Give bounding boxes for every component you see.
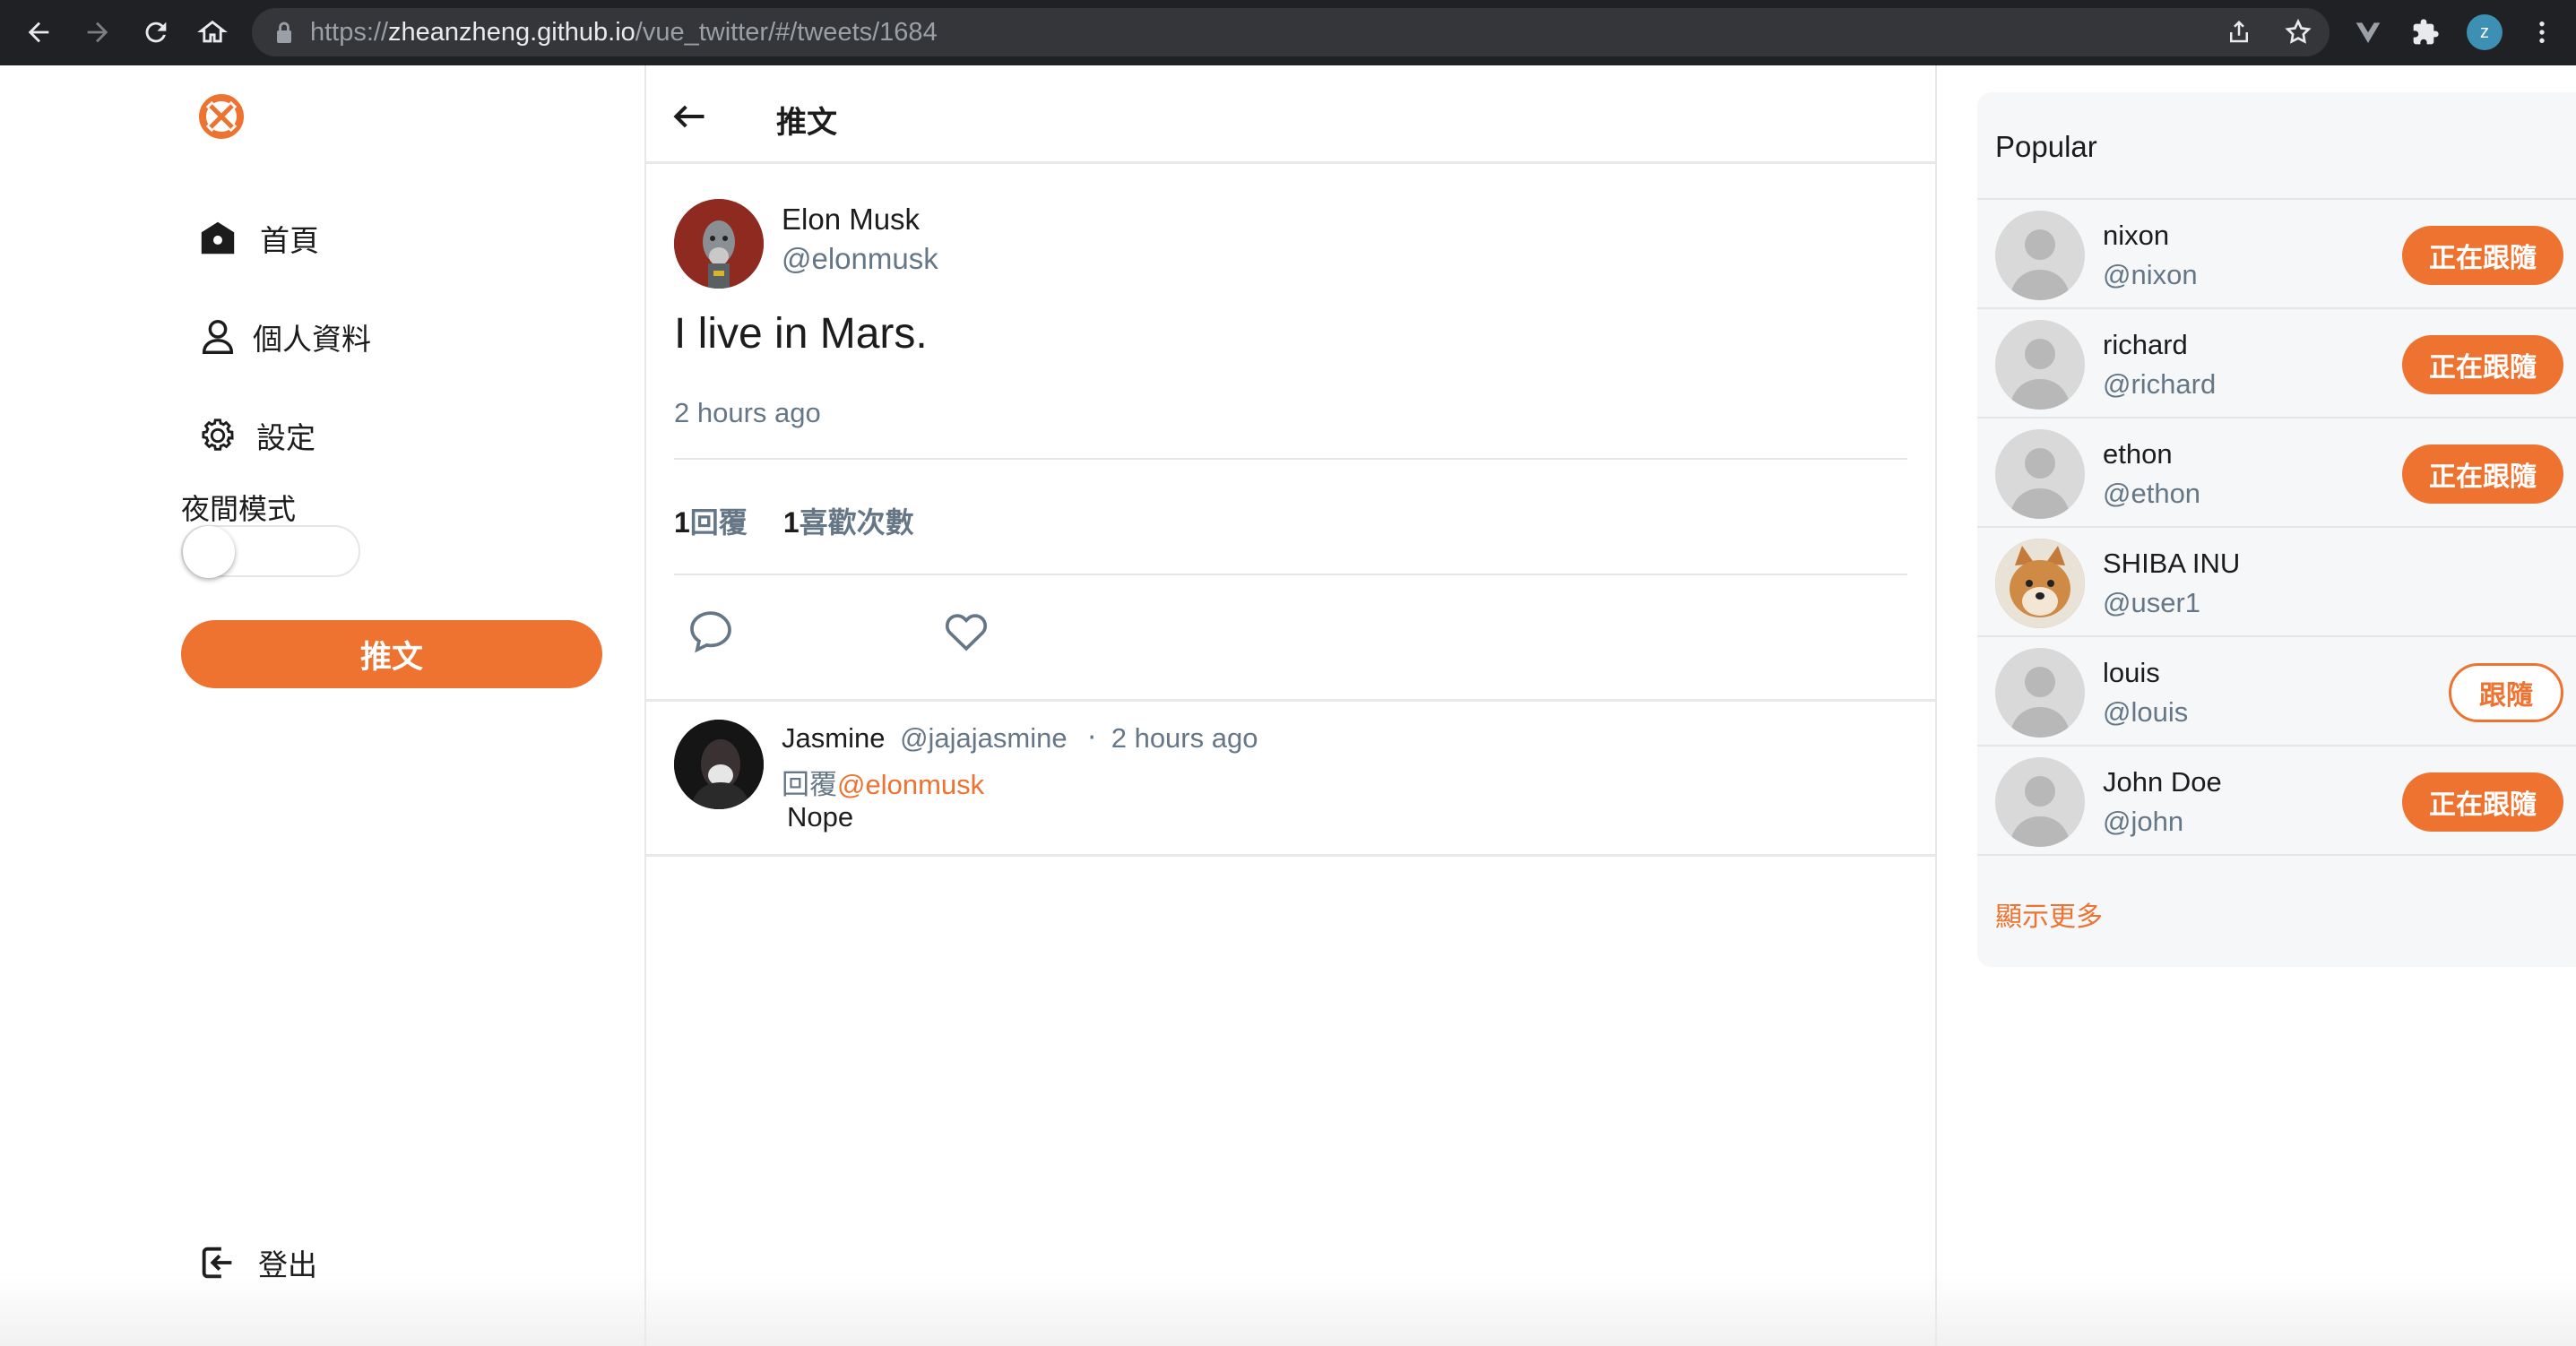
sidebar-item-profile[interactable]: 個人資料: [197, 310, 371, 364]
avatar[interactable]: [1995, 757, 2085, 847]
sidebar-item-settings[interactable]: 設定: [197, 409, 316, 462]
divider: [674, 458, 1907, 460]
forward-icon[interactable]: [81, 15, 115, 49]
reply-separator: ‧: [1087, 722, 1097, 754]
night-mode-label: 夜間模式: [181, 493, 297, 525]
browser-toolbar: https://zheanzheng.github.io/vue_twitter…: [0, 0, 2576, 65]
sidebar-item-label: 首頁: [260, 224, 319, 257]
reply-header: Jasmine @jajajasmine ‧ 2 hours ago: [782, 722, 1258, 755]
popular-user-handle: @richard: [2103, 368, 2217, 400]
home-browser-icon[interactable]: [195, 15, 229, 49]
vue-devtools-icon[interactable]: [2352, 16, 2384, 48]
logo-icon[interactable]: [198, 93, 245, 140]
divider: [1977, 854, 2576, 856]
user-icon: [202, 320, 234, 354]
reload-icon[interactable]: [139, 15, 173, 49]
reply-time: 2 hours ago: [1111, 722, 1258, 754]
sidebar-item-home[interactable]: 首頁: [197, 211, 319, 265]
reply-to: 回覆@elonmusk: [782, 769, 985, 800]
sidebar-item-label: 設定: [256, 421, 316, 454]
back-icon[interactable]: [22, 15, 56, 49]
gear-icon: [202, 418, 234, 451]
url-text[interactable]: https://zheanzheng.github.io/vue_twitter…: [310, 14, 938, 50]
back-arrow-icon[interactable]: [670, 97, 709, 136]
night-mode-toggle[interactable]: [181, 525, 360, 578]
popular-title: Popular: [1995, 130, 2097, 163]
reply-text: Nope: [787, 801, 854, 833]
following-button[interactable]: 正在跟隨: [2402, 772, 2563, 832]
toggle-knob: [183, 526, 235, 578]
avatar[interactable]: [674, 720, 764, 809]
reply-author-handle: @jajajasmine: [900, 722, 1068, 754]
page-title: 推文: [776, 106, 837, 140]
show-more-link[interactable]: 顯示更多: [1995, 894, 2103, 934]
following-button[interactable]: 正在跟隨: [2402, 335, 2563, 394]
popular-user-name[interactable]: louis: [2103, 657, 2160, 689]
tweet-stats: 1回覆 1喜歡次數: [674, 500, 914, 541]
avatar[interactable]: [1995, 320, 2085, 410]
share-icon[interactable]: [2223, 16, 2255, 48]
following-button[interactable]: 正在跟隨: [2402, 444, 2563, 504]
menu-dots-icon[interactable]: [2526, 16, 2558, 48]
heart-icon[interactable]: [941, 606, 991, 656]
reply-author-name[interactable]: Jasmine: [782, 722, 885, 754]
avatar[interactable]: [1995, 429, 2085, 519]
profile-avatar[interactable]: z: [2467, 14, 2503, 50]
avatar[interactable]: [1995, 539, 2085, 628]
author-handle: @elonmusk: [782, 242, 938, 275]
popular-user-handle: @nixon: [2103, 259, 2198, 290]
tweet-text: I live in Mars.: [674, 310, 928, 358]
like-count: 1喜歡次數: [782, 506, 914, 539]
window-bottom-shadow: [0, 1273, 2576, 1346]
popular-user-name[interactable]: John Doe: [2103, 766, 2222, 798]
popular-user-handle: @john: [2103, 806, 2184, 837]
home-icon: [201, 221, 235, 255]
popular-user-name[interactable]: nixon: [2103, 220, 2169, 252]
comment-icon[interactable]: [686, 606, 736, 656]
author-name[interactable]: Elon Musk: [782, 203, 920, 237]
divider: [674, 574, 1907, 575]
reply-mention-link[interactable]: @elonmusk: [837, 769, 984, 800]
lock-icon: [277, 22, 291, 43]
following-button[interactable]: 正在跟隨: [2402, 226, 2563, 285]
avatar[interactable]: [674, 199, 764, 289]
follow-button[interactable]: 跟隨: [2449, 663, 2563, 722]
popular-user-handle: @louis: [2103, 696, 2189, 728]
popular-user-handle: @user1: [2103, 587, 2201, 618]
main-header: [645, 65, 1936, 164]
avatar[interactable]: [1995, 211, 2085, 300]
avatar[interactable]: [1995, 648, 2085, 738]
reply-count: 1回覆: [674, 506, 748, 539]
popular-user-name[interactable]: SHIBA INU: [2103, 548, 2240, 580]
sidebar-item-label: 個人資料: [253, 323, 371, 356]
popular-user-name[interactable]: richard: [2103, 329, 2188, 361]
popular-user-handle: @ethon: [2103, 478, 2201, 509]
extensions-icon[interactable]: [2409, 16, 2442, 48]
popular-user-name[interactable]: ethon: [2103, 438, 2173, 470]
tweet-button[interactable]: 推文: [181, 620, 602, 688]
bookmark-star-icon[interactable]: [2282, 16, 2314, 48]
tweet-time: 2 hours ago: [674, 397, 821, 428]
